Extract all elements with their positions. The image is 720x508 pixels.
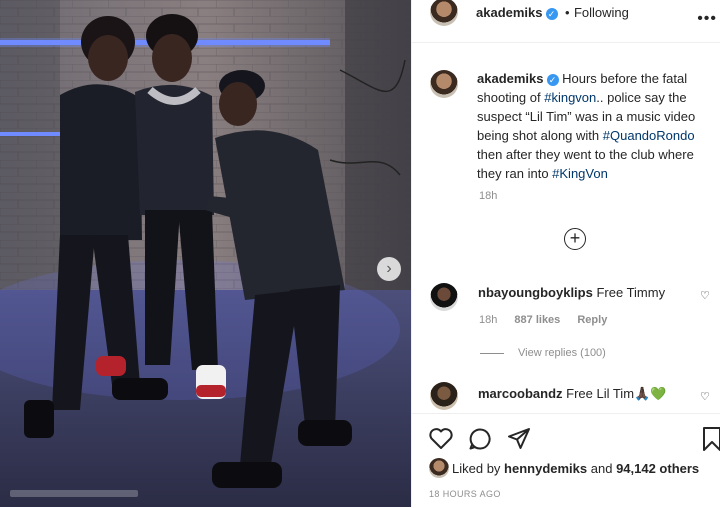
caption-time: 18h bbox=[479, 190, 498, 202]
more-horizontal-icon[interactable]: ••• bbox=[697, 10, 717, 28]
post-actions-bar: Liked by hennydemiks and 94,142 others 1… bbox=[412, 413, 720, 508]
share-icon[interactable] bbox=[507, 427, 531, 451]
comment-1: nbayoungboyklips Free Timmy bbox=[478, 285, 665, 300]
comment-1-meta: 18h 887 likes Reply bbox=[479, 314, 621, 326]
view-replies-button[interactable]: View replies (100) bbox=[480, 347, 606, 359]
liker-avatar[interactable] bbox=[429, 458, 449, 478]
comment-1-reply-button[interactable]: Reply bbox=[577, 314, 607, 326]
comment-1-likes[interactable]: 887 likes bbox=[514, 314, 560, 326]
plus-circle-icon[interactable]: + bbox=[564, 228, 586, 250]
post-header: akademiks ✓ • Following ••• bbox=[412, 0, 720, 43]
comment-2-emoji: 🙏🏿💚 bbox=[634, 386, 667, 401]
next-media-button[interactable]: › bbox=[377, 257, 401, 281]
heart-icon[interactable]: ♡ bbox=[700, 289, 710, 302]
caption-author-username[interactable]: akademiks bbox=[477, 71, 544, 86]
liked-by-prefix: Liked by bbox=[452, 461, 505, 476]
post-media[interactable]: › bbox=[0, 0, 411, 507]
header-author-line: akademiks ✓ • Following bbox=[476, 4, 629, 22]
post-caption: akademiks ✓ Hours before the fatal shooti… bbox=[477, 69, 717, 183]
hashtag-kingvon-2[interactable]: #KingVon bbox=[552, 166, 608, 181]
liked-by-user[interactable]: hennydemiks bbox=[504, 461, 587, 476]
save-bookmark-icon[interactable] bbox=[702, 426, 720, 452]
commenter-avatar[interactable] bbox=[430, 382, 458, 410]
like-heart-icon[interactable] bbox=[428, 427, 454, 451]
author-avatar[interactable] bbox=[430, 0, 458, 26]
post-time: 18 HOURS AGO bbox=[429, 489, 501, 499]
following-button[interactable]: Following bbox=[574, 5, 629, 20]
replies-dash bbox=[480, 352, 504, 354]
author-username[interactable]: akademiks bbox=[476, 5, 543, 20]
commenter-avatar[interactable] bbox=[430, 283, 458, 311]
verified-badge-icon: ✓ bbox=[546, 74, 559, 86]
video-frame-image bbox=[0, 0, 411, 507]
verified-badge-icon: ✓ bbox=[545, 8, 558, 20]
follow-separator: • bbox=[564, 5, 570, 20]
chevron-right-icon: › bbox=[386, 260, 392, 277]
liked-by-text: Liked by hennydemiks and 94,142 others bbox=[452, 461, 699, 476]
comment-1-text: Free Timmy bbox=[592, 285, 666, 300]
hashtag-quandorondo[interactable]: #QuandoRondo bbox=[603, 128, 695, 143]
view-replies-label: View replies (100) bbox=[518, 347, 606, 359]
caption-author-avatar[interactable] bbox=[430, 70, 458, 98]
comment-1-time: 18h bbox=[479, 314, 498, 326]
hashtag-kingvon[interactable]: #kingvon bbox=[544, 90, 596, 105]
comment-1-username[interactable]: nbayoungboyklips bbox=[478, 285, 593, 300]
comment-2: marcoobandz Free Lil Tim🙏🏿💚 bbox=[478, 386, 666, 402]
liked-by-mid: and bbox=[587, 461, 617, 476]
post-details-panel: akademiks ✓ • Following ••• akademiks ✓ Ho… bbox=[411, 0, 720, 508]
liked-by-count[interactable]: 94,142 others bbox=[616, 461, 699, 476]
comment-2-text: Free Lil Tim bbox=[562, 386, 635, 401]
heart-icon[interactable]: ♡ bbox=[700, 390, 710, 403]
comment-icon[interactable] bbox=[468, 427, 492, 451]
comment-2-username[interactable]: marcoobandz bbox=[478, 386, 563, 401]
